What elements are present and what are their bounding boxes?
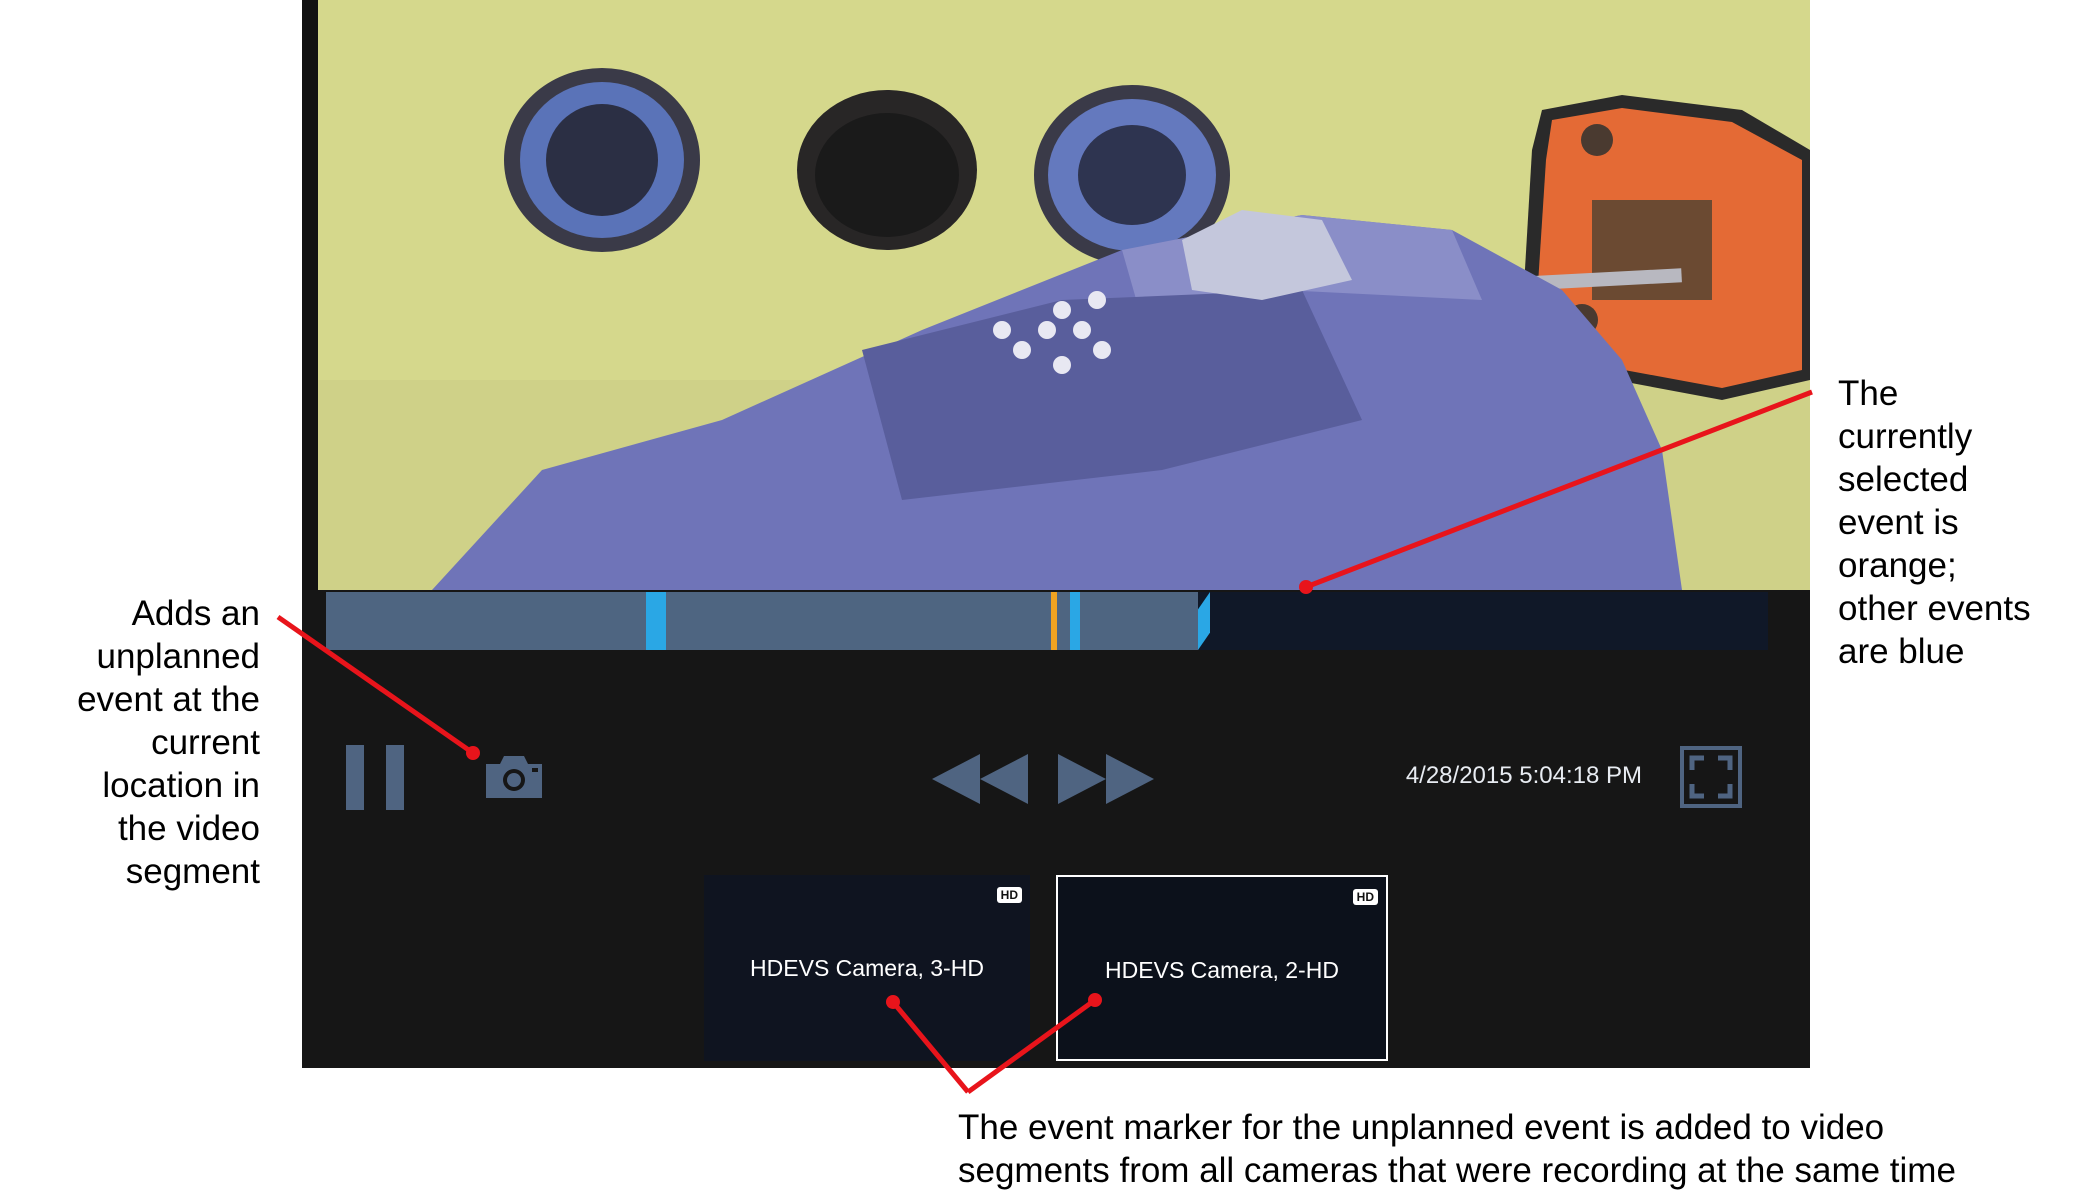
callout-add-event: Adds an unplanned event at the current l… [77, 594, 260, 891]
callout-event-marker: The event marker for the unplanned event… [958, 1108, 1956, 1190]
hd-badge: HD [1352, 889, 1378, 905]
timeline-played-segment [326, 592, 1198, 650]
video-player: 4/28/2015 5:04:18 PM HD HDEVS Camera, 3-… [302, 0, 1810, 1068]
port-2 [797, 90, 977, 250]
port-1 [504, 68, 700, 252]
add-event-camera-button[interactable] [482, 752, 546, 802]
camera-name: HDEVS Camera, 2-HD [1105, 957, 1339, 983]
callout-selected-event: The currently selected event is orange; … [1838, 374, 2031, 671]
video-frame[interactable] [302, 0, 1810, 590]
timestamp: 4/28/2015 5:04:18 PM [1405, 762, 1642, 789]
rewind-button[interactable] [932, 754, 1028, 804]
event-marker[interactable] [1070, 592, 1080, 650]
video-left-edge [302, 0, 318, 590]
pause-button[interactable] [346, 745, 406, 810]
camera-icon [486, 756, 542, 798]
fullscreen-icon [1680, 746, 1742, 808]
camera-tile[interactable]: HD HDEVS Camera, 3-HD [704, 875, 1030, 1061]
fast-forward-button[interactable] [1058, 754, 1154, 804]
event-marker[interactable] [656, 592, 666, 650]
rewind-icon [932, 754, 1028, 804]
video-scene [302, 0, 1810, 590]
fullscreen-button[interactable] [1680, 746, 1742, 808]
hd-badge: HD [996, 887, 1022, 903]
fast-forward-icon [1058, 754, 1154, 804]
segment-end-marker [1198, 592, 1210, 650]
camera-name: HDEVS Camera, 3-HD [750, 955, 984, 981]
camera-tile-selected[interactable]: HD HDEVS Camera, 2-HD [1056, 875, 1388, 1061]
pause-icon [346, 745, 364, 810]
pause-icon-bar [386, 745, 404, 810]
event-marker[interactable] [646, 592, 656, 650]
timeline-scrubber[interactable] [326, 592, 1768, 650]
event-marker-selected[interactable] [1051, 592, 1057, 650]
